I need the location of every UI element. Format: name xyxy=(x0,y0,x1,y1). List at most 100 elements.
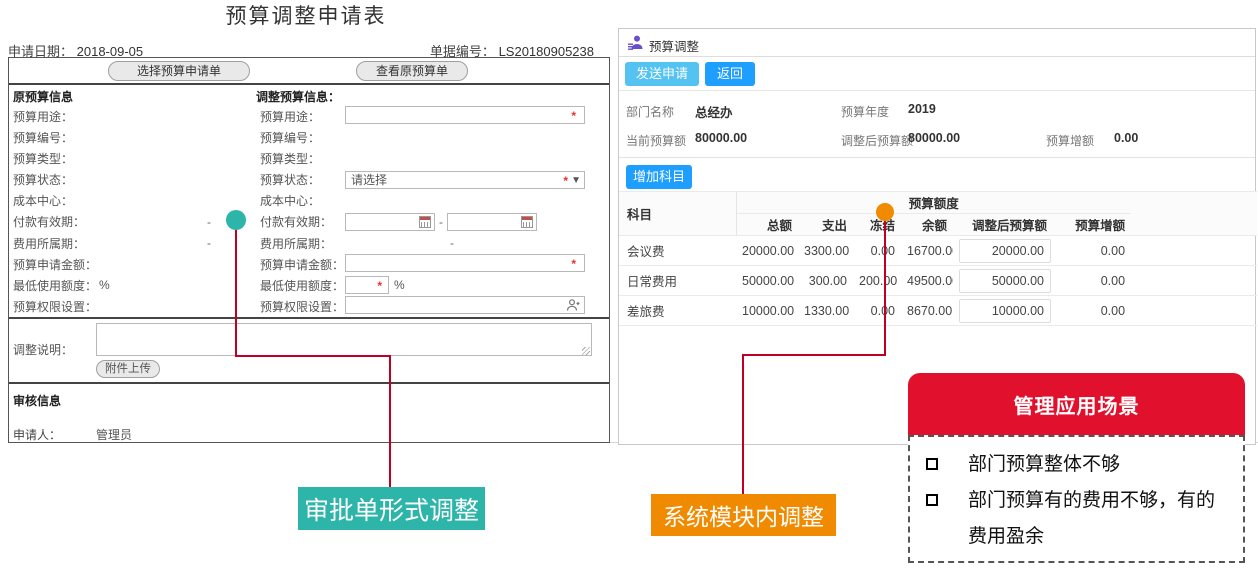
scenario-title: 管理应用场景 xyxy=(908,373,1245,435)
add-person-icon[interactable] xyxy=(566,298,580,312)
required-asterisk: * xyxy=(571,109,576,123)
scenario-item-text: 部门预算整体不够 xyxy=(968,447,1218,483)
orig-expense-period-label: 费用所属期： xyxy=(13,235,99,252)
apply-amount-input[interactable]: * xyxy=(345,254,585,272)
col-header-subject: 科目 xyxy=(619,192,736,236)
cell-total: 50000.00 xyxy=(736,266,798,296)
scenario-item-text: 部门预算有的费用不够，有的费用盈余 xyxy=(968,483,1218,555)
cell-total: 20000.00 xyxy=(736,236,798,266)
cell-spent: 1330.00 xyxy=(798,296,853,326)
adj-min-usage-suffix: % xyxy=(394,278,405,292)
permission-input[interactable] xyxy=(345,296,585,314)
orig-expense-period-value: - xyxy=(207,236,211,250)
cell-balance: 8670.00 xyxy=(901,296,953,326)
pay-period-start-input[interactable] xyxy=(345,213,435,231)
table-row: 差旅费 10000.00 1330.00 0.00 8670.00 0.00 xyxy=(619,296,1257,326)
required-asterisk: * xyxy=(571,257,576,271)
callout-line xyxy=(742,354,744,494)
adj-type-label: 预算类型： xyxy=(256,150,345,167)
orig-status-label: 预算状态： xyxy=(13,171,99,188)
row-status: 预算状态： 预算状态： 请选择 * ▼ xyxy=(13,169,601,190)
calendar-icon[interactable] xyxy=(521,216,533,228)
table-row: 会议费 20000.00 3300.00 0.00 16700.00 0.00 xyxy=(619,236,1257,266)
orig-cost-center-label: 成本中心： xyxy=(13,192,99,209)
form-toolbar: 选择预算申请单 查看原预算单 xyxy=(9,58,609,85)
adj-expense-period-label: 费用所属期： xyxy=(256,235,345,252)
cell-frozen: 200.00 xyxy=(853,266,901,296)
current-budget-label: 当前预算额 xyxy=(626,132,686,149)
current-budget-value: 80000.00 xyxy=(695,131,747,145)
list-item: 部门预算整体不够 xyxy=(922,447,1231,483)
view-original-budget-button[interactable]: 查看原预算单 xyxy=(356,61,468,81)
adjusted-budget-input[interactable] xyxy=(959,299,1051,323)
orig-purpose-label: 预算用途： xyxy=(13,108,99,125)
textarea-resize-grip[interactable] xyxy=(582,347,590,355)
page-title: 预算调整申请表 xyxy=(0,0,612,30)
cell-frozen: 0.00 xyxy=(853,236,901,266)
send-application-button[interactable]: 发送申请 xyxy=(625,62,699,86)
orig-min-usage-label: 最低使用额度： xyxy=(13,277,99,294)
col-header-increase: 预算增额 xyxy=(1053,214,1131,236)
callout-line xyxy=(884,221,886,356)
row-permission: 预算权限设置： 预算权限设置： xyxy=(13,296,601,317)
purpose-input[interactable]: * xyxy=(345,106,585,124)
cell-balance: 16700.00 xyxy=(901,236,953,266)
management-scenario-box: 管理应用场景 部门预算整体不够 部门预算有的费用不够，有的费用盈余 xyxy=(908,373,1245,563)
row-type: 预算类型： 预算类型： xyxy=(13,148,601,169)
adj-apply-amount-label: 预算申请金额： xyxy=(256,256,345,273)
dept-value: 总经办 xyxy=(695,102,733,121)
adjust-info-header: 调整预算信息： xyxy=(256,88,601,105)
required-asterisk: * xyxy=(563,174,568,188)
orig-type-label: 预算类型： xyxy=(13,150,99,167)
status-select-value: 请选择 xyxy=(351,171,387,188)
teal-callout-dot xyxy=(226,210,246,230)
adj-number-label: 预算编号： xyxy=(256,129,345,146)
pay-period-end-input[interactable] xyxy=(447,213,537,231)
table-row: 日常费用 50000.00 300.00 200.00 49500.00 0.0… xyxy=(619,266,1257,296)
adj-status-label: 预算状态： xyxy=(256,171,345,188)
orig-number-label: 预算编号： xyxy=(13,129,99,146)
budget-increase-label: 预算增额 xyxy=(1046,132,1094,149)
cell-subject: 日常费用 xyxy=(619,266,736,296)
info-divider xyxy=(619,157,1255,158)
adjusted-budget-input[interactable] xyxy=(959,239,1051,263)
cell-spent: 3300.00 xyxy=(798,236,853,266)
col-header-spent: 支出 xyxy=(798,214,853,236)
adjusted-budget-label: 调整后预算额 xyxy=(841,132,913,149)
cell-total: 10000.00 xyxy=(736,296,798,326)
year-value: 2019 xyxy=(908,102,936,116)
status-select[interactable]: 请选择 * ▼ xyxy=(345,171,585,189)
square-bullet-icon xyxy=(926,458,938,470)
row-number: 预算编号： 预算编号： xyxy=(13,127,601,148)
note-label: 调整说明： xyxy=(13,341,73,358)
row-apply-amount: 预算申请金额： 预算申请金额： * xyxy=(13,254,601,275)
cell-subject: 差旅费 xyxy=(619,296,736,326)
min-usage-input[interactable]: * xyxy=(345,276,389,294)
cell-increase: 0.00 xyxy=(1053,266,1131,296)
audit-section: 审核信息 申请人： 管理员 xyxy=(9,384,609,442)
adj-min-usage-label: 最低使用额度： xyxy=(256,277,345,294)
cell-increase: 0.00 xyxy=(1053,236,1131,266)
col-header-filler xyxy=(1131,192,1257,236)
module-title: 预算调整 xyxy=(649,36,699,55)
select-budget-apply-button[interactable]: 选择预算申请单 xyxy=(108,61,250,81)
chevron-down-icon: ▼ xyxy=(571,175,581,186)
calendar-icon[interactable] xyxy=(419,216,431,228)
adjusted-budget-input[interactable] xyxy=(959,269,1051,293)
orig-pay-period-label: 付款有效期： xyxy=(13,213,99,230)
cell-increase: 0.00 xyxy=(1053,296,1131,326)
note-section: 调整说明： 附件上传 xyxy=(9,319,609,384)
adj-cost-center-label: 成本中心： xyxy=(256,192,345,209)
orig-apply-amount-label: 预算申请金额： xyxy=(13,256,99,273)
cell-frozen: 0.00 xyxy=(853,296,901,326)
square-bullet-icon xyxy=(926,494,938,506)
callout-line xyxy=(389,355,391,487)
note-textarea[interactable] xyxy=(96,323,592,356)
required-asterisk: * xyxy=(377,279,382,293)
user-edit-icon xyxy=(627,34,644,51)
add-subject-button[interactable]: 增加科目 xyxy=(626,165,692,189)
row-expense-period: 费用所属期： - 费用所属期： - xyxy=(13,233,601,254)
col-group-header-quota: 预算额度 xyxy=(736,192,1131,214)
attachment-upload-button[interactable]: 附件上传 xyxy=(96,360,160,378)
back-button[interactable]: 返回 xyxy=(705,62,755,86)
